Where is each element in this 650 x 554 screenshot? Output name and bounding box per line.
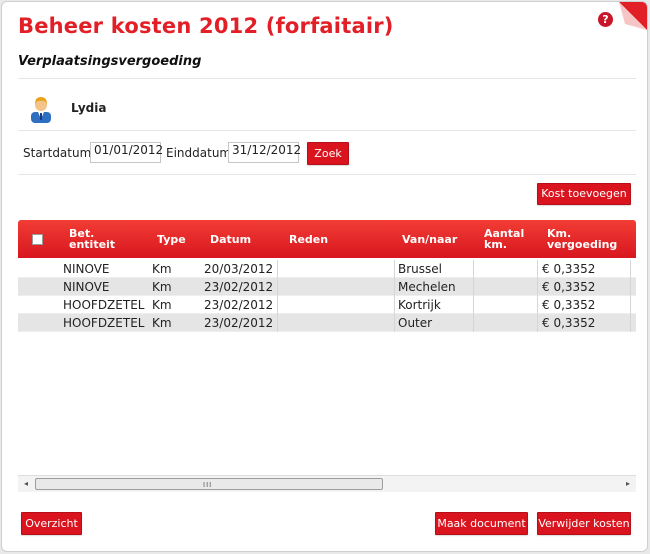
cell-fee: € 0,3352	[542, 262, 596, 276]
column-header-entity[interactable]: Bet. entiteit	[69, 228, 115, 250]
column-divider	[394, 278, 395, 296]
column-divider	[473, 314, 474, 332]
table-header: Bet. entiteit Type Datum Reden Van/naar …	[18, 220, 636, 258]
table-row[interactable]: HOOFDZETEL Km 23/02/2012 Outer € 0,3352	[18, 314, 636, 332]
add-cost-button[interactable]: Kost toevoegen	[537, 183, 631, 205]
section-subtitle: Verplaatsingsvergoeding	[18, 54, 202, 69]
cell-date: 23/02/2012	[204, 316, 274, 330]
delete-costs-button[interactable]: Verwijder kosten	[537, 512, 631, 535]
divider	[18, 78, 636, 79]
cell-type: Km	[152, 298, 172, 312]
column-header-text: entiteit	[69, 238, 116, 251]
column-divider	[630, 296, 631, 314]
table-row[interactable]: NINOVE Km 23/02/2012 Mechelen € 0,3352	[18, 278, 636, 296]
cell-date: 20/03/2012	[204, 262, 274, 276]
start-date-label: Startdatum	[23, 146, 92, 160]
column-divider	[277, 260, 278, 278]
scroll-left-arrow-icon[interactable]: ◂	[21, 479, 31, 489]
cell-entity: HOOFDZETEL	[63, 298, 145, 312]
user-name: Lydia	[71, 101, 107, 115]
column-divider	[537, 296, 538, 314]
cell-date: 23/02/2012	[204, 298, 274, 312]
column-header-reason[interactable]: Reden	[289, 234, 328, 245]
scrollbar-grip: III	[203, 481, 213, 489]
end-date-label: Einddatum	[166, 146, 232, 160]
user-icon	[31, 97, 51, 123]
cell-place: Mechelen	[398, 280, 456, 294]
column-divider	[473, 278, 474, 296]
overview-button[interactable]: Overzicht	[21, 512, 82, 535]
column-divider	[394, 296, 395, 314]
cell-entity: NINOVE	[63, 262, 110, 276]
cell-type: Km	[152, 280, 172, 294]
cell-entity: NINOVE	[63, 280, 110, 294]
table-row[interactable]: HOOFDZETEL Km 23/02/2012 Kortrijk € 0,3352	[18, 296, 636, 314]
column-divider	[473, 296, 474, 314]
column-header-date[interactable]: Datum	[210, 234, 251, 245]
main-panel: ? Beheer kosten 2012 (forfaitair) Verpla…	[1, 1, 648, 552]
column-divider	[277, 314, 278, 332]
cell-place: Kortrijk	[398, 298, 441, 312]
cell-fee: € 0,3352	[542, 298, 596, 312]
table-row[interactable]: NINOVE Km 20/03/2012 Brussel € 0,3352	[18, 260, 636, 278]
start-date-input[interactable]: 01/01/2012	[90, 142, 163, 163]
column-header-from-to[interactable]: Van/naar	[402, 234, 457, 245]
help-icon[interactable]: ?	[598, 12, 613, 27]
column-divider	[277, 296, 278, 314]
column-divider	[277, 278, 278, 296]
scrollbar-thumb[interactable]: III	[35, 478, 383, 490]
column-divider	[630, 314, 631, 332]
column-header-text: vergoeding	[547, 238, 618, 251]
cell-fee: € 0,3352	[542, 316, 596, 330]
column-divider	[537, 278, 538, 296]
cell-type: Km	[152, 316, 172, 330]
divider	[18, 174, 636, 175]
column-divider	[537, 314, 538, 332]
column-divider	[394, 314, 395, 332]
column-header-km-fee[interactable]: Km. vergoeding	[547, 228, 617, 250]
column-divider	[630, 278, 631, 296]
column-divider	[473, 260, 474, 278]
divider	[18, 130, 636, 131]
column-header-text: km.	[484, 238, 507, 251]
column-divider	[537, 260, 538, 278]
costs-table: Bet. entiteit Type Datum Reden Van/naar …	[18, 220, 636, 492]
horizontal-scrollbar[interactable]: ◂ III ▸	[18, 475, 636, 492]
column-header-km[interactable]: Aantal km.	[484, 228, 524, 250]
scroll-right-arrow-icon[interactable]: ▸	[623, 479, 633, 489]
cell-place: Brussel	[398, 262, 442, 276]
end-date-input[interactable]: 31/12/2012	[228, 142, 301, 163]
cell-fee: € 0,3352	[542, 280, 596, 294]
select-all-checkbox[interactable]	[32, 234, 43, 245]
cell-place: Outer	[398, 316, 433, 330]
cell-entity: HOOFDZETEL	[63, 316, 145, 330]
column-divider	[394, 260, 395, 278]
page-title: Beheer kosten 2012 (forfaitair)	[18, 14, 394, 38]
cell-type: Km	[152, 262, 172, 276]
page-curl-corner	[619, 2, 647, 30]
search-button[interactable]: Zoek	[307, 142, 349, 165]
column-header-type[interactable]: Type	[157, 234, 186, 245]
cell-date: 23/02/2012	[204, 280, 274, 294]
make-document-button[interactable]: Maak document	[435, 512, 528, 535]
column-divider	[630, 260, 631, 278]
